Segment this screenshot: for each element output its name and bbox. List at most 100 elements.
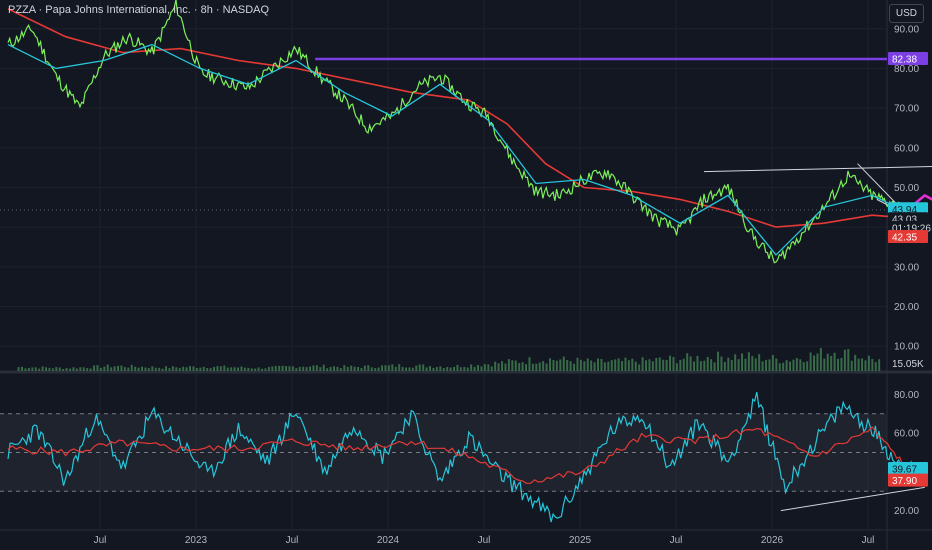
volume-bar	[254, 368, 257, 371]
rsi-scale-label: 39.67	[888, 461, 928, 475]
volume-bar	[199, 367, 202, 371]
price-tick-label: 90.00	[894, 24, 919, 35]
rsi-scale-label-text: 37.90	[892, 476, 917, 487]
volume-bar	[713, 362, 716, 371]
volume-bar	[370, 367, 373, 371]
volume-bar	[607, 361, 610, 371]
volume-bar	[672, 356, 675, 371]
volume-bar	[785, 360, 788, 371]
chart-title: PZZA · Papa Johns International, Inc. · …	[8, 4, 270, 16]
volume-bar	[854, 354, 857, 371]
volume-bar	[528, 357, 531, 371]
volume-bar	[669, 355, 672, 371]
volume-bar	[710, 359, 713, 371]
volume-bar	[555, 360, 558, 371]
volume-bar	[353, 366, 356, 371]
volume-bar	[590, 360, 593, 371]
volume-bar	[830, 355, 833, 371]
volume-bar	[391, 364, 394, 371]
volume-bar	[281, 365, 284, 371]
price-scale-label-text: 82.38	[892, 55, 917, 66]
volume-bar	[226, 367, 229, 371]
volume-bar	[552, 359, 555, 371]
volume-bar	[682, 358, 685, 371]
volume-bar	[96, 365, 99, 371]
volume-bar	[271, 366, 274, 371]
volume-bar	[158, 367, 161, 371]
volume-bar	[638, 364, 641, 371]
volume-bar	[494, 361, 497, 371]
volume-bar	[840, 357, 843, 371]
volume-bar	[192, 366, 195, 371]
volume-bar	[586, 358, 589, 371]
volume-bar	[381, 365, 384, 371]
volume-bar	[326, 368, 329, 371]
volume-bar	[689, 356, 692, 371]
volume-bar	[531, 363, 534, 371]
volume-bar	[569, 361, 572, 371]
volume-bar	[117, 365, 120, 371]
price-tick-label: 30.00	[894, 262, 919, 273]
volume-bar	[336, 366, 339, 371]
volume-bar	[490, 366, 493, 371]
volume-bar	[538, 362, 541, 371]
volume-bar	[34, 367, 37, 371]
volume-bar	[542, 361, 545, 371]
volume-bar	[429, 366, 432, 371]
volume-bar	[610, 360, 613, 371]
volume-bar	[202, 366, 205, 371]
volume-bar	[319, 367, 322, 371]
volume-bar	[501, 361, 504, 371]
volume-bar	[123, 367, 126, 371]
volume-bar	[823, 358, 826, 371]
volume-bar	[850, 360, 853, 371]
volume-bar	[847, 349, 850, 371]
volume-bar	[566, 360, 569, 371]
volume-bar	[223, 365, 226, 371]
currency-button[interactable]: USD	[888, 4, 924, 23]
volume-bar	[771, 355, 774, 371]
volume-bar	[171, 366, 174, 371]
volume-bar	[267, 366, 270, 371]
volume-bar	[422, 364, 425, 371]
volume-bar	[449, 367, 452, 371]
volume-bar	[384, 365, 387, 371]
volume-bar	[21, 366, 24, 371]
price-tick-label: 50.00	[894, 183, 919, 194]
volume-bar	[617, 358, 620, 371]
volume-bar	[483, 364, 486, 371]
volume-bar	[103, 366, 106, 371]
volume-bar	[264, 368, 267, 371]
volume-bar	[278, 365, 281, 371]
volume-bar	[658, 357, 661, 371]
volume-bar	[477, 365, 480, 371]
volume-bar	[134, 366, 137, 371]
volume-bar	[686, 353, 689, 371]
volume-bar	[65, 368, 68, 371]
volume-bar	[17, 367, 20, 371]
volume-bar	[744, 358, 747, 371]
volume-bar	[593, 362, 596, 371]
volume-bar	[504, 363, 507, 371]
volume-bar	[130, 364, 133, 371]
volume-bar	[240, 366, 243, 371]
volume-bar	[631, 358, 634, 371]
volume-bar	[723, 361, 726, 371]
volume-bar	[418, 364, 421, 371]
volume-bar	[343, 365, 346, 371]
volume-bar	[699, 361, 702, 371]
volume-bar	[782, 362, 785, 371]
volume-bar	[645, 360, 648, 371]
volume-bar	[459, 367, 462, 371]
volume-bar	[864, 360, 867, 371]
volume-bar	[693, 361, 696, 371]
volume-bar	[675, 363, 678, 371]
volume-bar	[127, 367, 130, 371]
chart-canvas[interactable]: 10.0020.0030.0040.0050.0060.0070.0080.00…	[0, 0, 932, 550]
volume-bar	[219, 366, 222, 371]
volume-bar	[521, 362, 524, 371]
volume-bar	[507, 359, 510, 371]
volume-bar	[141, 366, 144, 371]
volume-bar	[147, 368, 150, 371]
volume-bar	[765, 359, 768, 371]
